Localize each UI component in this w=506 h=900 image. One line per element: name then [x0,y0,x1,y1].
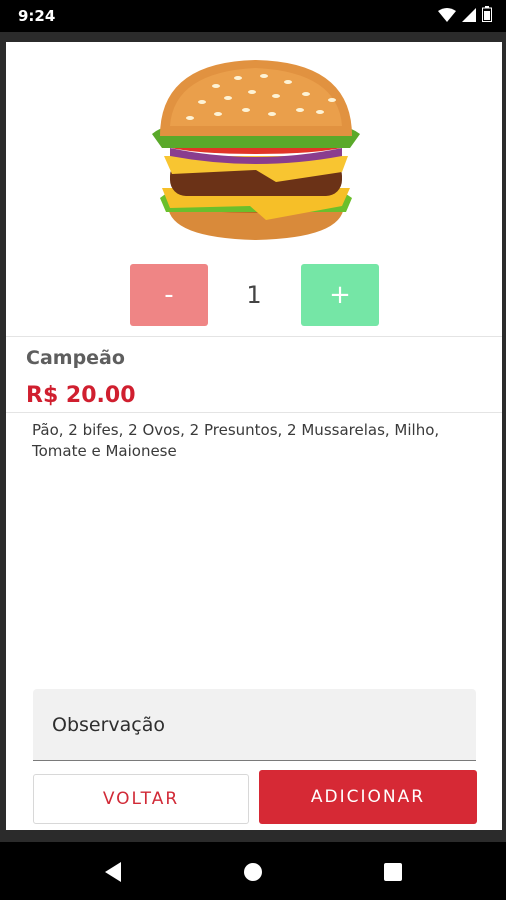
product-price: R$ 20.00 [26,383,136,408]
decrease-quantity-button[interactable]: - [130,264,208,326]
divider [6,412,502,413]
status-bar: 9:24 [0,0,506,32]
quantity-value: 1 [246,281,262,309]
wifi-icon [438,7,456,26]
observation-label: Observação [52,714,166,736]
burger-image [146,56,366,246]
quantity-stepper: - 1 + [130,264,380,326]
navigation-bar [0,842,506,900]
product-description: Pão, 2 bifes, 2 Ovos, 2 Presuntos, 2 Mus… [32,421,440,460]
status-icons [438,6,492,26]
increase-quantity-button[interactable]: + [301,264,379,326]
home-circle-icon[interactable] [238,858,268,886]
battery-icon [482,6,492,26]
add-button[interactable]: ADICIONAR [259,770,477,824]
back-button[interactable]: VOLTAR [33,774,249,824]
product-name: Campeão [26,347,125,369]
signal-icon [462,7,476,26]
product-card: - 1 + Campeão R$ 20.00 Pão, 2 bifes, 2 O… [6,42,502,830]
recents-square-icon[interactable] [378,858,408,886]
back-triangle-icon[interactable] [98,858,128,886]
divider [6,336,502,337]
observation-field[interactable]: Observação [33,689,476,761]
status-time: 9:24 [18,7,56,25]
